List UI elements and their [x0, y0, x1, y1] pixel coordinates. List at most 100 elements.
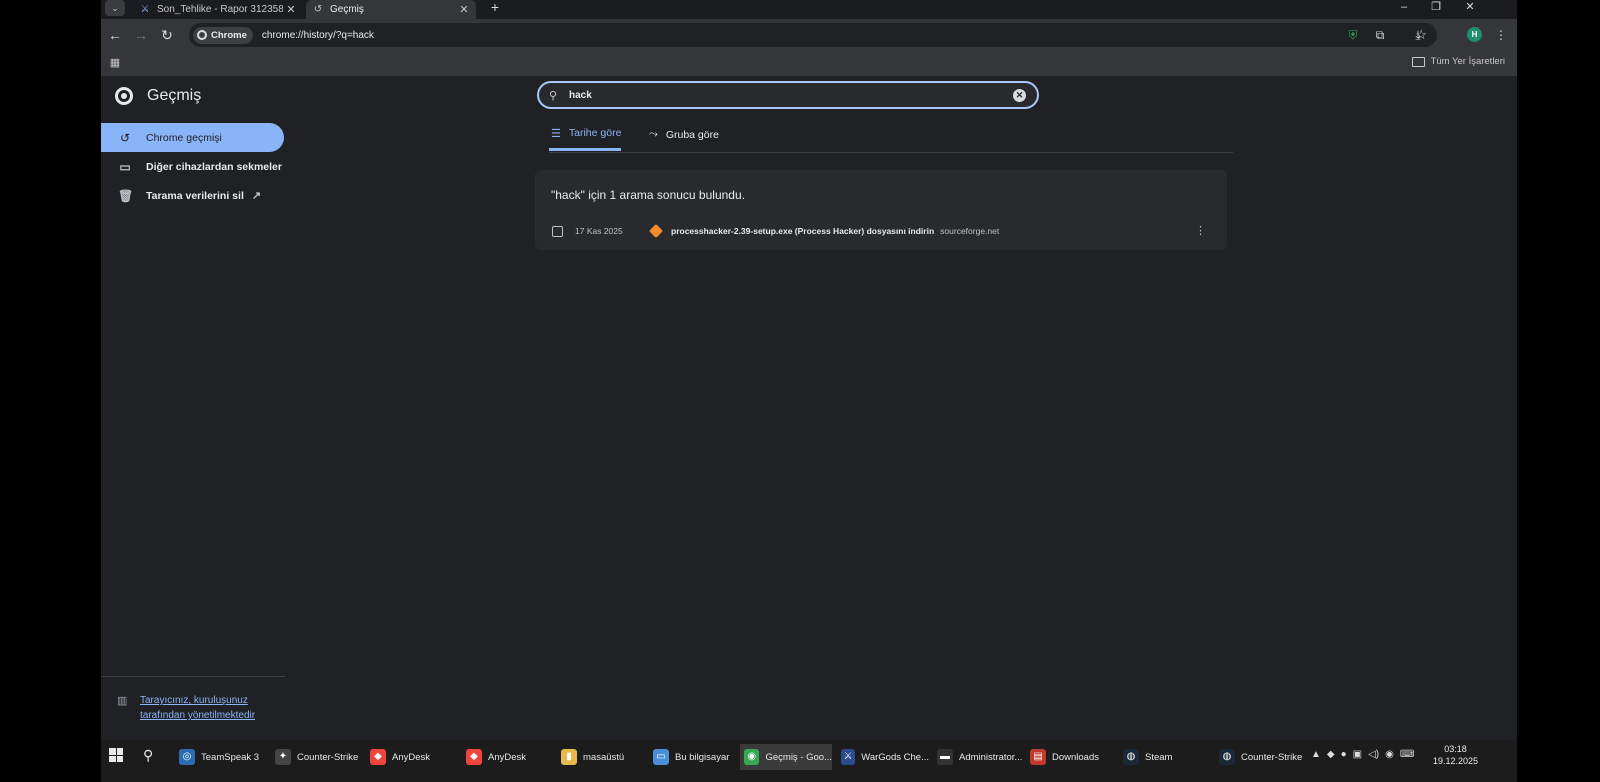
entry-title-link[interactable]: processhacker-2.39-setup.exe (Process Ha… — [671, 226, 934, 236]
taskbar-item[interactable]: ◆ AnyDesk — [462, 744, 554, 770]
taskbar-item[interactable]: ✦ Counter-Strike — [271, 744, 363, 770]
search-input[interactable] — [567, 88, 1013, 102]
sidebar-divider — [101, 676, 285, 677]
wargods-icon: ⚔ — [140, 3, 150, 15]
search-box: ⚲ ✕ — [537, 81, 1039, 109]
forward-button[interactable]: → — [132, 26, 150, 44]
taskbar-item[interactable]: ▤ Downloads — [1026, 744, 1118, 770]
toolbar: ← → ↻ Chrome chrome://history/?q=hack ☆ … — [101, 19, 1517, 51]
entry-menu-icon[interactable]: ⋮ — [1195, 224, 1206, 237]
tab-title: Son_Tehlike - Rapor 3123581 | W — [157, 4, 283, 15]
app-icon: ◆ — [466, 749, 482, 765]
app-icon: ▤ — [1030, 749, 1046, 765]
clear-search-icon[interactable]: ✕ — [1013, 88, 1026, 102]
tab-by-date[interactable]: ☰ Tarihe göre — [549, 118, 622, 151]
clock-time: 03:18 — [1444, 744, 1467, 754]
windows-start-icon[interactable] — [109, 748, 123, 762]
sidebar-item-clear-data[interactable]: 🗑 Tarama verilerini sil ↗ — [101, 181, 284, 210]
sidebar-item-label: Chrome geçmişi — [146, 131, 222, 144]
taskbar-item-label: AnyDesk — [488, 751, 527, 763]
bookmarks-bar: ▦ Tüm Yer İşaretleri — [101, 51, 1517, 76]
tab-history[interactable]: ↺ Geçmiş ✕ — [306, 0, 476, 19]
entry-date: 17 Kas 2025 — [575, 226, 623, 236]
sidebar-item-other-devices[interactable]: ▭ Diğer cihazlardan sekmeler — [101, 152, 284, 181]
address-bar[interactable]: Chrome chrome://history/?q=hack ☆ — [189, 23, 1437, 47]
extensions-icon[interactable]: ⧉ — [1371, 26, 1389, 44]
back-button[interactable]: ← — [106, 26, 124, 44]
taskbar-item-label: WarGods Che... — [861, 751, 929, 763]
taskbar-item-label: masaüstü — [583, 751, 625, 763]
taskbar-item[interactable]: ◍ Counter-Strike — [1215, 744, 1307, 770]
teamspeak-tray-icon[interactable]: ◉ — [1385, 749, 1394, 763]
taskbar-item-label: AnyDesk — [392, 751, 431, 763]
steam-tray-icon[interactable]: ● — [1341, 749, 1347, 763]
close-icon[interactable]: ✕ — [456, 3, 472, 16]
taskbar-item-label: Counter-Strike — [1241, 751, 1303, 763]
tab-by-group[interactable]: ⤳ Gruba göre — [647, 118, 719, 151]
reload-button[interactable]: ↻ — [158, 26, 176, 44]
taskbar-item-label: Counter-Strike — [297, 751, 359, 763]
taskbar-item[interactable]: ◎ TeamSpeak 3 — [175, 744, 267, 770]
results-summary: "hack" için 1 arama sonucu bulundu. — [551, 188, 745, 202]
sidebar-item-chrome-history[interactable]: ↺ Chrome geçmişi — [101, 123, 284, 152]
taskbar-item[interactable]: ▬ Administrator... — [933, 744, 1025, 770]
site-info-chip[interactable]: Chrome — [193, 26, 253, 44]
all-bookmarks-label: Tüm Yer İşaretleri — [1430, 56, 1505, 67]
download-icon[interactable]: ⤓ — [1409, 26, 1427, 44]
history-icon: ↺ — [313, 3, 323, 15]
taskbar-item[interactable]: ◍ Steam — [1119, 744, 1211, 770]
volume-icon[interactable]: ◁) — [1368, 749, 1379, 763]
taskbar-item[interactable]: ▮ masaüstü — [557, 744, 649, 770]
network-icon[interactable]: ▣ — [1353, 749, 1362, 763]
taskbar-item[interactable]: ▭ Bu bilgisayar — [649, 744, 741, 770]
taskbar-search-icon[interactable]: ⚲ — [143, 746, 161, 764]
url-text: chrome://history/?q=hack — [261, 29, 374, 41]
managed-by-org-link[interactable]: Tarayıcınız, kuruluşunuz tarafından yöne… — [140, 693, 270, 723]
taskbar-item[interactable]: ◆ AnyDesk — [366, 744, 458, 770]
tab-search-button[interactable]: ⌄ — [105, 0, 125, 16]
tab-strip: ⌄ ⚔ Son_Tehlike - Rapor 3123581 | W ✕ ↺ … — [101, 0, 1517, 19]
profile-avatar[interactable]: H — [1467, 27, 1482, 42]
taskbar-item-label: Downloads — [1052, 751, 1099, 763]
tab-label: Gruba göre — [665, 128, 719, 141]
tab-son-tehlike[interactable]: ⚔ Son_Tehlike - Rapor 3123581 | W ✕ — [133, 0, 303, 19]
more-menu-icon[interactable]: ⋮ — [1492, 26, 1510, 44]
anydesk-tray-icon[interactable]: ◆ — [1327, 749, 1335, 763]
keyboard-icon[interactable]: ⌨ — [1400, 749, 1414, 763]
app-icon: ▮ — [561, 749, 577, 765]
sidebar-item-label: Tarama verilerini sil — [146, 189, 244, 202]
minimize-button[interactable]: – — [1389, 0, 1419, 16]
tab-label: Tarihe göre — [568, 127, 622, 139]
app-icon: ◉ — [744, 749, 760, 765]
app-icon: ◎ — [179, 749, 195, 765]
history-entry[interactable]: 17 Kas 2025 processhacker-2.39-setup.exe… — [535, 218, 1227, 244]
taskbar-item[interactable]: ◉ Geçmiş - Goo... — [740, 744, 832, 770]
clock[interactable]: 03:18 19.12.2025 — [1433, 743, 1478, 767]
screen: ⌄ ⚔ Son_Tehlike - Rapor 3123581 | W ✕ ↺ … — [101, 0, 1517, 782]
app-icon: ▬ — [937, 749, 953, 765]
entry-checkbox[interactable] — [552, 225, 563, 237]
app-icon: ◍ — [1123, 749, 1139, 765]
apps-icon[interactable]: ▦ — [108, 56, 122, 70]
system-tray: ▲ ◆ ● ▣ ◁) ◉ ⌨ — [1311, 749, 1414, 763]
group-icon: ⤳ — [649, 128, 658, 140]
new-tab-button[interactable]: + — [486, 0, 504, 17]
restore-button[interactable]: ❐ — [1421, 0, 1451, 16]
view-tabs: ☰ Tarihe göre ⤳ Gruba göre — [549, 118, 1233, 153]
taskbar-item-label: Administrator... — [959, 751, 1023, 763]
close-window-button[interactable]: ✕ — [1455, 0, 1485, 16]
history-icon: ↺ — [119, 130, 131, 145]
building-icon: ▥ — [117, 695, 128, 707]
nvidia-icon[interactable]: ▲ — [1311, 749, 1321, 763]
tab-title: Geçmiş — [330, 4, 364, 15]
all-bookmarks-button[interactable]: Tüm Yer İşaretleri — [1411, 56, 1505, 67]
page-title: Geçmiş — [147, 87, 202, 104]
taskbar-item-label: Geçmiş - Goo... — [765, 751, 832, 763]
chrome-icon — [197, 30, 207, 40]
close-icon[interactable]: ✕ — [283, 3, 299, 16]
trash-icon: 🗑 — [118, 188, 134, 203]
sidebar-item-label: Diğer cihazlardan sekmeler — [146, 160, 282, 173]
app-icon: ◆ — [370, 749, 386, 765]
shield-extension-icon[interactable]: ⛨ — [1344, 26, 1362, 44]
taskbar-item[interactable]: ⚔ WarGods Che... — [837, 744, 929, 770]
